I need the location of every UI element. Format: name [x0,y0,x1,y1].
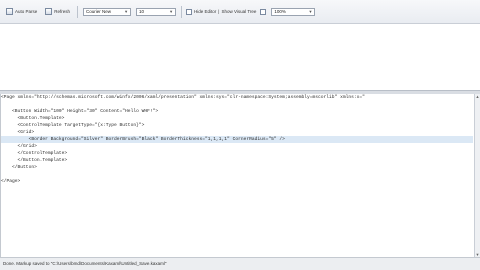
chevron-down-icon: ▼ [169,9,174,14]
status-text: Done. Markup saved to "C:\Users\bmd\Docu… [3,261,167,266]
font-family-select[interactable]: Courier New ▼ [83,7,132,16]
code-line[interactable]: </Page> [1,178,473,185]
auto-parse-label: Auto Parse [15,9,38,14]
refresh-icon [45,8,53,15]
refresh-label: Refresh [54,9,71,14]
code-editor[interactable]: <Page xmlns="http://schemas.microsoft.co… [0,94,474,257]
code-line[interactable]: </Button.Template> [1,157,473,164]
code-line[interactable]: </Grid> [1,143,473,150]
code-line[interactable]: <Button Width="100" Height="30" Content=… [1,108,473,115]
hide-editor-label: Hide Editor [194,9,217,14]
code-line[interactable] [1,101,473,108]
auto-parse-icon [6,8,13,15]
code-line[interactable]: <ControlTemplate TargetType="{x:Type But… [1,122,473,129]
code-line[interactable]: <Page xmlns="http://schemas.microsoft.co… [1,94,473,101]
vertical-scrollbar[interactable]: ▲ ▼ [474,94,480,257]
zoom-value: 100% [274,9,286,14]
font-size-value: 10 [139,9,145,14]
show-visual-tree-checkbox[interactable] [260,8,267,15]
status-bar: Done. Markup saved to "C:\Users\bmd\Docu… [0,257,480,270]
separator-pipe: | [218,9,220,14]
code-line[interactable] [1,171,473,178]
chevron-down-icon: ▼ [124,9,129,14]
code-line[interactable]: <Button.Template> [1,115,473,122]
design-surface[interactable]: ➤ [0,24,480,99]
font-family-value: Courier New [86,9,112,14]
toolbar-separator [77,5,79,18]
show-visual-tree-label[interactable]: Show Visual Tree [221,9,256,14]
font-size-select[interactable]: 10 ▼ [136,7,177,16]
code-line-selected[interactable]: <Border Background="Silver" BorderBrush=… [1,136,473,143]
code-line[interactable]: </ControlTemplate> [1,150,473,157]
refresh-button[interactable]: Refresh [43,5,72,19]
zoom-select[interactable]: 100% ▼ [271,7,316,16]
code-line[interactable]: <Grid> [1,129,473,136]
code-line[interactable]: </Button> [1,164,473,171]
hide-editor-checkbox[interactable] [186,8,193,15]
toolbar: Auto Parse Refresh Courier New ▼ 10 ▼ Hi… [0,0,480,24]
toolbar-separator [181,5,183,18]
chevron-down-icon: ▼ [308,9,313,14]
auto-parse-button[interactable]: Auto Parse [4,5,39,19]
scroll-up-icon[interactable]: ▲ [475,94,480,99]
